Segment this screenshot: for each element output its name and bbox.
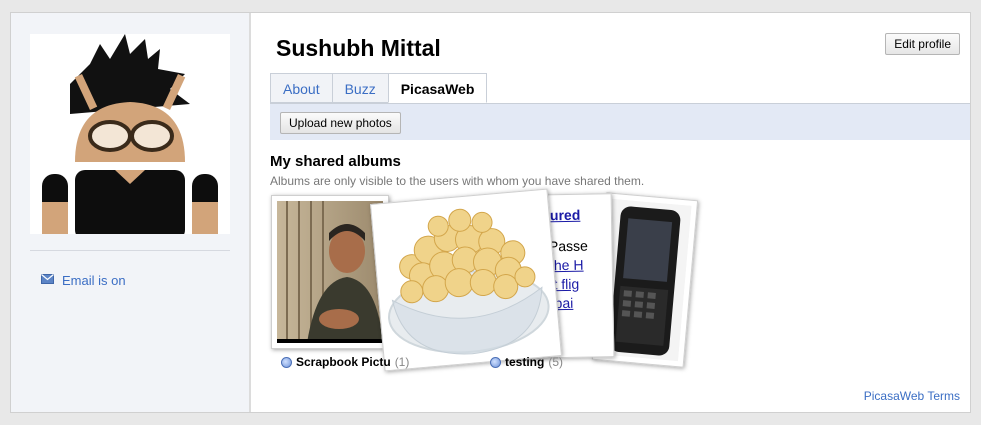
- tab-bar: About Buzz PicasaWeb: [270, 73, 488, 103]
- popcorn-photo: [376, 195, 556, 365]
- globe-icon: [490, 356, 501, 368]
- album-caption-testing[interactable]: testing (5): [490, 355, 563, 369]
- tab-buzz[interactable]: Buzz: [331, 73, 388, 103]
- tab-picasaweb[interactable]: PicasaWeb: [387, 73, 488, 103]
- album-popcorn-photo[interactable]: [370, 188, 562, 372]
- tab-about[interactable]: About: [270, 73, 332, 103]
- globe-icon: [281, 356, 292, 368]
- page-title: Sushubh Mittal: [276, 35, 441, 61]
- avatar[interactable]: [30, 34, 230, 234]
- profile-page: Email is on Sushubh Mittal Edit profile …: [10, 12, 971, 413]
- album-caption-scrapbook[interactable]: Scrapbook Pictu (1): [281, 355, 409, 369]
- email-status-label[interactable]: Email is on: [62, 273, 126, 288]
- main-content: Sushubh Mittal Edit profile About Buzz P…: [251, 13, 970, 412]
- sidebar-divider: [30, 250, 230, 251]
- album-name[interactable]: Scrapbook Pictu: [296, 355, 391, 369]
- album-name[interactable]: testing: [505, 355, 544, 369]
- edit-profile-button[interactable]: Edit profile: [885, 33, 960, 55]
- album-count: (1): [394, 355, 410, 369]
- album-count: (5): [548, 355, 564, 369]
- envelope-icon: [41, 271, 54, 289]
- albums-heading: My shared albums: [270, 153, 401, 170]
- email-status[interactable]: Email is on: [41, 271, 126, 289]
- picasaweb-terms-link[interactable]: PicasaWeb Terms: [864, 389, 960, 403]
- toolbar: Upload new photos: [270, 104, 970, 140]
- albums-note: Albums are only visible to the users wit…: [270, 174, 645, 188]
- person-photo: [277, 201, 383, 343]
- upload-new-photos-button[interactable]: Upload new photos: [280, 112, 401, 134]
- sidebar: Email is on: [11, 13, 251, 412]
- android-avatar-image: [30, 34, 230, 234]
